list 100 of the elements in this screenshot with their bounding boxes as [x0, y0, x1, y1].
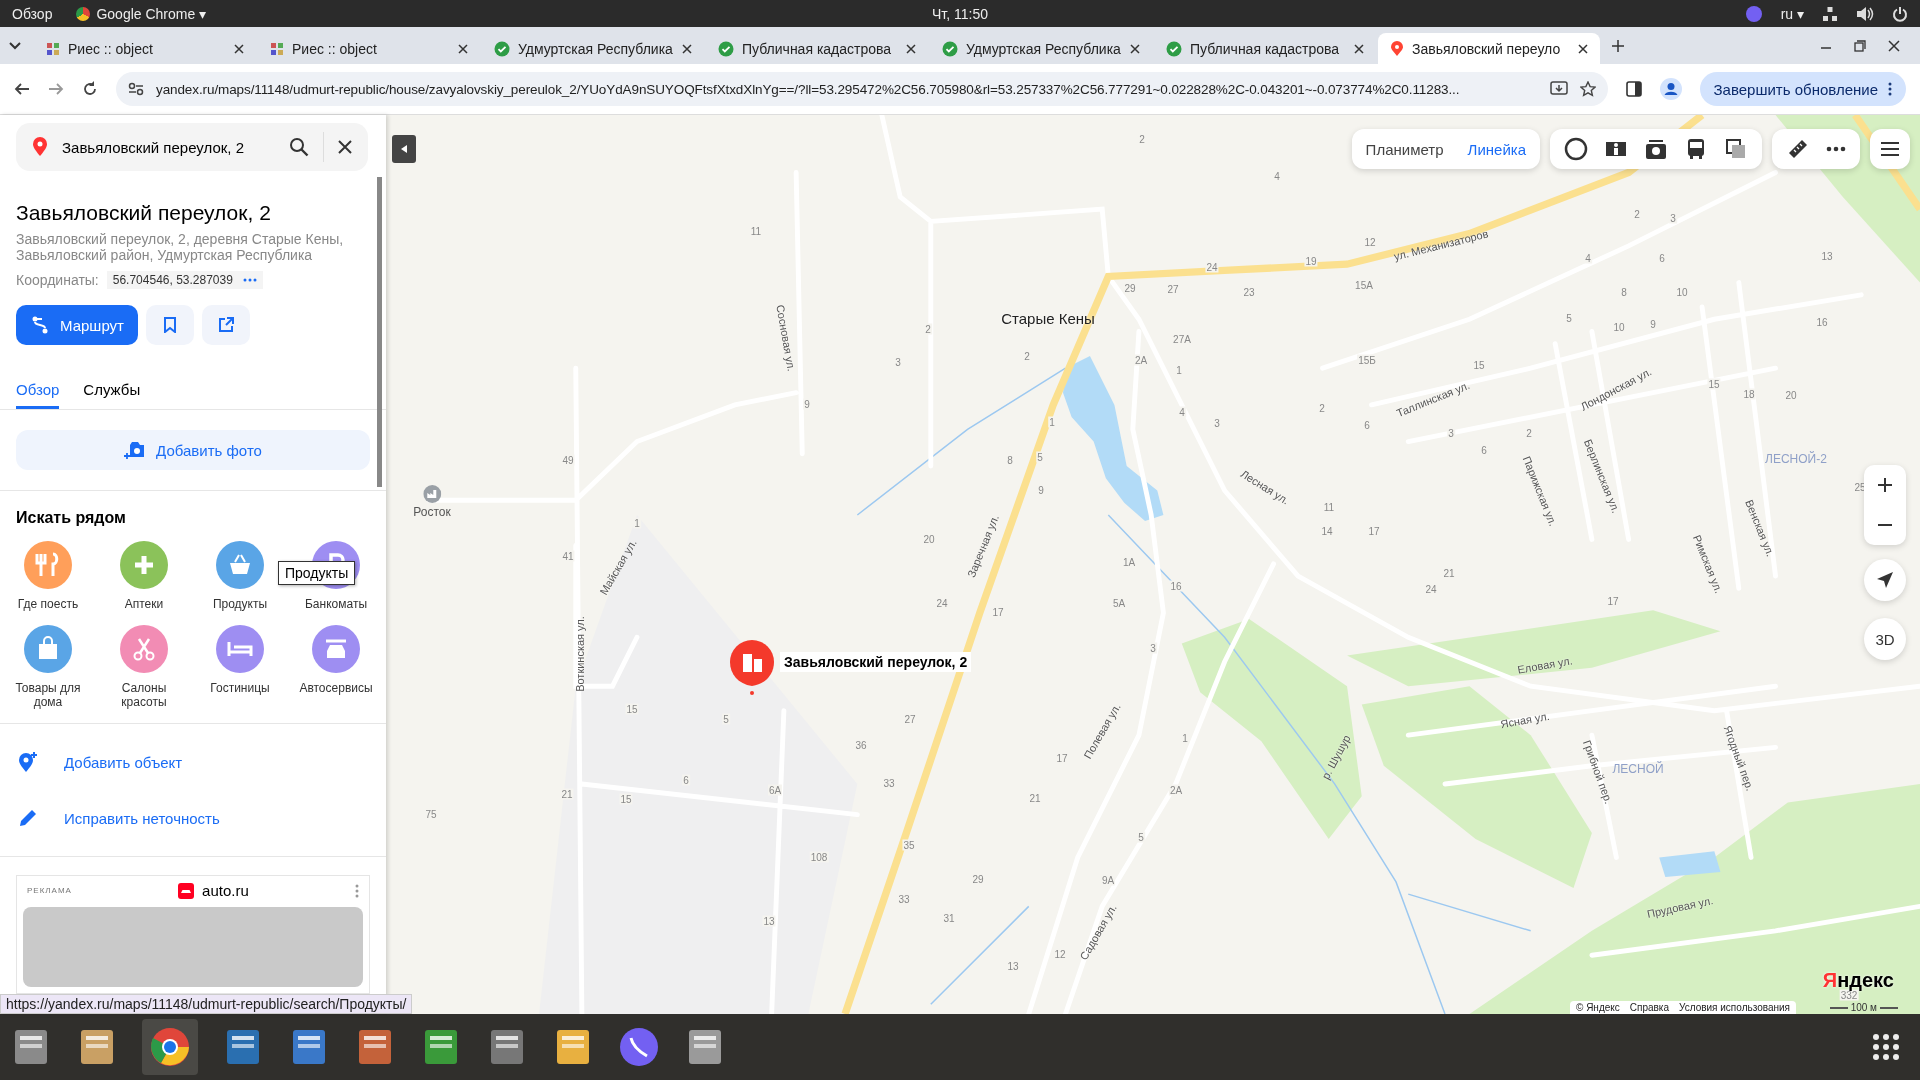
- house-number: 13: [1006, 960, 1020, 972]
- map-tool-button[interactable]: Планиметр: [1361, 140, 1448, 158]
- house-number: 14: [1320, 525, 1334, 537]
- category-label[interactable]: Автосервисы: [291, 681, 381, 695]
- category-label[interactable]: Аптеки: [99, 597, 189, 611]
- new-tab-icon[interactable]: [1612, 39, 1624, 52]
- close-icon[interactable]: [1130, 43, 1140, 54]
- update-button[interactable]: Завершить обновление: [1699, 72, 1906, 106]
- check-icon: [942, 40, 958, 57]
- bookmark-button[interactable]: [145, 305, 194, 345]
- close-icon[interactable]: [1578, 43, 1588, 54]
- address-field[interactable]: yandex.ru/maps/11148/udmurt-republic/house/zavyalovskiy_pereulok_2/YUoYdA9nSUYOQFtsfXtxdXlnYg==/?ll=53.295472%2C56.705980&rl=53.257337%2C56.777291~0.022828%2C-0.043201~-0.073774%2C0.11283...: [116, 72, 1608, 106]
- factory-icon[interactable]: [423, 485, 441, 503]
- 3d-button[interactable]: 3D: [1864, 618, 1906, 660]
- house-number: 31: [942, 912, 956, 924]
- search-icon[interactable]: [289, 137, 309, 157]
- marker-label[interactable]: Завьяловский переулок, 2: [780, 652, 972, 672]
- close-icon[interactable]: [234, 43, 244, 54]
- section-tab[interactable]: Службы: [83, 375, 141, 409]
- house-number: 4: [1273, 170, 1281, 182]
- category-label[interactable]: Гостиницы: [195, 681, 285, 695]
- close-icon[interactable]: [1888, 39, 1900, 52]
- action-link[interactable]: Добавить объект: [64, 753, 183, 771]
- ring-icon[interactable]: [1564, 137, 1588, 161]
- house-number: 27: [903, 713, 917, 725]
- route-button[interactable]: Маршрут: [16, 305, 138, 345]
- activities-button[interactable]: Обзор: [12, 5, 53, 22]
- app-menu[interactable]: Google Chrome ▾: [76, 5, 207, 22]
- network-icon[interactable]: [1822, 5, 1838, 22]
- close-icon[interactable]: [682, 43, 692, 54]
- poi-label[interactable]: Росток: [413, 505, 451, 519]
- camera-icon[interactable]: [1644, 137, 1668, 161]
- clock[interactable]: Чт, 11:50: [932, 5, 988, 22]
- more-icon[interactable]: [1826, 146, 1846, 152]
- site-settings-icon[interactable]: [128, 82, 144, 96]
- browser-tab[interactable]: Риес :: object: [258, 33, 480, 64]
- browser-tab[interactable]: Публичная кадастрова: [706, 33, 928, 64]
- tab-title: Публичная кадастрова: [1190, 40, 1341, 57]
- share-button[interactable]: [201, 305, 250, 345]
- category-bag-icon[interactable]: [24, 625, 72, 673]
- menu-button[interactable]: [1870, 129, 1910, 169]
- house-number: 20: [1784, 389, 1798, 401]
- volume-icon[interactable]: [1856, 5, 1874, 22]
- more-icon: [1888, 82, 1892, 96]
- coordinates-chip[interactable]: 56.704546, 53.287039: [106, 271, 263, 289]
- browser-tab[interactable]: Удмуртская Республика: [482, 33, 704, 64]
- house-number: 21: [1028, 792, 1042, 804]
- app-grid-icon[interactable]: [1872, 1033, 1900, 1061]
- power-icon[interactable]: [1892, 5, 1908, 22]
- collapse-panel-button[interactable]: [392, 135, 416, 163]
- chrome-icon[interactable]: [149, 1026, 191, 1068]
- close-icon[interactable]: [906, 43, 916, 54]
- footer-link[interactable]: Условия использования: [1679, 1002, 1790, 1013]
- house-number: 3: [894, 356, 902, 368]
- house-number: 2А: [1168, 784, 1184, 796]
- footer-link[interactable]: Справка: [1629, 1002, 1669, 1013]
- map-tool-button[interactable]: Линейка: [1463, 140, 1530, 158]
- ad-card[interactable]: РЕКЛАМА auto.ru: [16, 875, 370, 994]
- viber-icon[interactable]: [1744, 4, 1763, 23]
- house-number: 4: [1584, 252, 1592, 264]
- house-number: 49: [561, 454, 575, 466]
- close-icon[interactable]: [458, 43, 468, 54]
- side-panel-icon[interactable]: [1625, 81, 1642, 97]
- browser-tab[interactable]: Завьяловский переуло: [1378, 33, 1600, 64]
- tab-title: Риес :: object: [68, 40, 154, 57]
- tab-list-icon[interactable]: [8, 40, 22, 51]
- scrollbar[interactable]: [377, 177, 382, 487]
- car-logo-icon: [178, 882, 195, 899]
- search-field[interactable]: Завьяловский переулок, 2: [16, 123, 368, 171]
- back-icon[interactable]: [14, 81, 30, 97]
- house-number: 41: [561, 550, 575, 562]
- footer-link[interactable]: © Яндекс: [1576, 1002, 1620, 1013]
- location-button[interactable]: [1864, 559, 1906, 601]
- building-marker-icon[interactable]: [728, 638, 776, 696]
- browser-tab[interactable]: Риес :: object: [34, 33, 256, 64]
- category-label[interactable]: Товары для дома: [3, 681, 93, 709]
- restore-icon[interactable]: [1854, 39, 1866, 52]
- close-icon[interactable]: [338, 140, 352, 154]
- house-number: 16: [1815, 316, 1829, 328]
- house-number: 24: [1205, 261, 1219, 273]
- action-link[interactable]: Исправить неточность: [64, 809, 220, 827]
- add-photo-button[interactable]: Добавить фото: [16, 430, 370, 470]
- category-label[interactable]: Салоны красоты: [99, 681, 189, 709]
- category-basket-icon[interactable]: [216, 541, 264, 589]
- browser-tab[interactable]: Публичная кадастрова: [1154, 33, 1376, 64]
- category-label[interactable]: Банкоматы: [291, 597, 381, 611]
- profile-icon[interactable]: [1659, 78, 1682, 100]
- star-icon[interactable]: [1579, 81, 1596, 97]
- browser-tab[interactable]: Удмуртская Республика: [930, 33, 1152, 64]
- reload-icon[interactable]: [82, 81, 98, 97]
- phone-icon[interactable]: [618, 1026, 660, 1068]
- category-label[interactable]: Продукты: [195, 597, 285, 611]
- layers-icon[interactable]: [1724, 137, 1748, 161]
- language-menu[interactable]: ru ▾: [1780, 5, 1804, 22]
- house-number: 10: [1675, 286, 1689, 298]
- install-icon[interactable]: [1549, 81, 1568, 97]
- forward-icon[interactable]: [48, 81, 64, 97]
- category-label[interactable]: Где поесть: [3, 597, 93, 611]
- category-bed-icon[interactable]: [216, 625, 264, 673]
- close-icon[interactable]: [1354, 43, 1364, 54]
